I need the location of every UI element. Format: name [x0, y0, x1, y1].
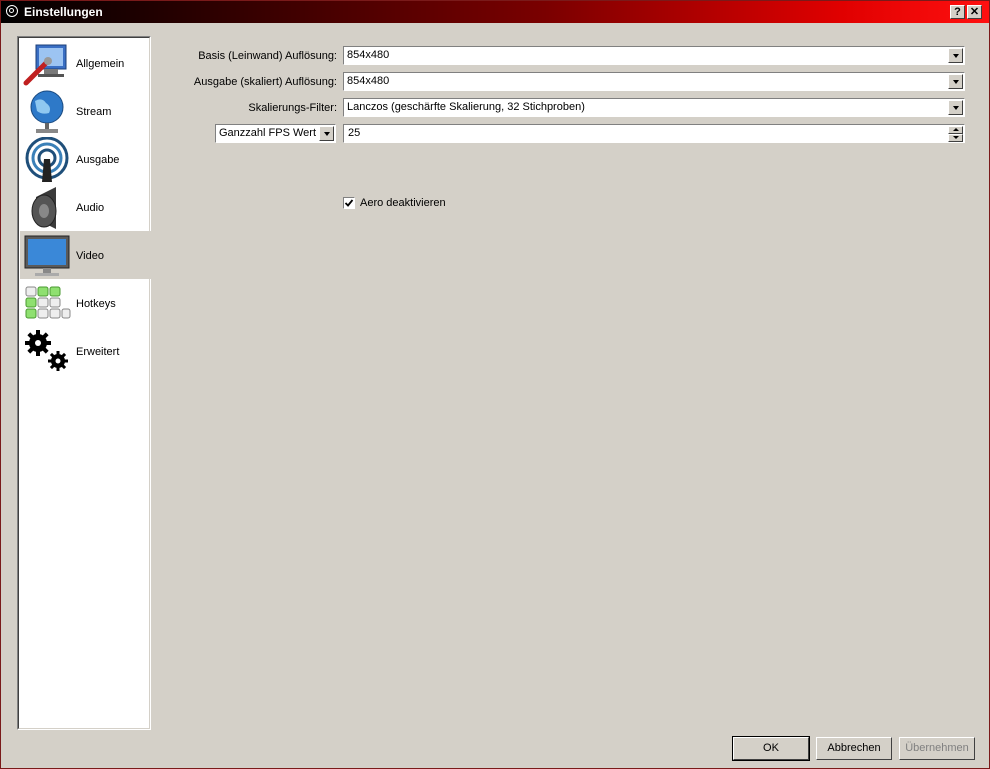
gears-icon [25, 330, 68, 371]
sidebar-item-stream[interactable]: Stream [20, 87, 151, 135]
window-title: Einstellungen [24, 5, 103, 19]
chevron-down-icon[interactable] [319, 126, 334, 141]
fps-type-combo[interactable]: Ganzzahl FPS Wert [215, 124, 336, 143]
scale-filter-label: Skalierungs-Filter: [248, 102, 337, 114]
speaker-icon [31, 187, 57, 229]
close-button[interactable]: ✕ [967, 5, 982, 19]
spin-down-icon[interactable] [948, 134, 963, 142]
settings-window: Einstellungen ? ✕ Allgemein Stream Ausga… [0, 0, 990, 769]
settings-sidebar: Allgemein Stream Ausgabe Audio Video Hot… [17, 36, 151, 730]
aero-checkbox[interactable] [343, 197, 355, 209]
sidebar-item-label: Stream [76, 106, 112, 118]
spin-up-icon[interactable] [948, 126, 963, 134]
sidebar-item-erweitert[interactable]: Erweitert [20, 327, 151, 375]
fps-value: 25 [348, 127, 361, 139]
fps-spinbox[interactable]: 25 [343, 124, 965, 143]
cancel-button[interactable]: Abbrechen [816, 737, 892, 760]
chevron-down-icon[interactable] [948, 74, 963, 89]
output-resolution-combo[interactable]: 854x480 [343, 72, 965, 91]
aero-label[interactable]: Aero deaktivieren [360, 197, 446, 209]
base-resolution-combo[interactable]: 854x480 [343, 46, 965, 65]
base-resolution-label: Basis (Leinwand) Auflösung: [198, 50, 337, 62]
sidebar-item-label: Ausgabe [76, 154, 120, 166]
sidebar-item-label: Hotkeys [76, 298, 116, 310]
chevron-down-icon[interactable] [948, 48, 963, 63]
fps-type-value: Ganzzahl FPS Wert [219, 127, 316, 139]
stream-globe-icon [30, 90, 64, 133]
obs-logo-icon [6, 5, 18, 17]
sidebar-item-label: Audio [76, 202, 105, 214]
scale-filter-value: Lanczos (geschärfte Skalierung, 32 Stich… [347, 101, 585, 113]
apply-button[interactable]: Übernehmen [899, 737, 975, 760]
general-settings-icon [23, 44, 67, 86]
monitor-icon [24, 235, 70, 276]
output-resolution-label: Ausgabe (skaliert) Auflösung: [193, 76, 337, 88]
sidebar-item-audio[interactable]: Audio [20, 183, 151, 231]
sidebar-item-ausgabe[interactable]: Ausgabe [20, 135, 151, 183]
sidebar-item-label: Erweitert [76, 346, 120, 358]
output-resolution-value: 854x480 [347, 75, 390, 87]
sidebar-item-allgemein[interactable]: Allgemein [20, 39, 151, 87]
scale-filter-combo[interactable]: Lanczos (geschärfte Skalierung, 32 Stich… [343, 98, 965, 117]
sidebar-item-label: Video [76, 250, 104, 262]
chevron-down-icon[interactable] [948, 100, 963, 115]
checkmark-icon [344, 199, 354, 207]
sidebar-item-label: Allgemein [76, 58, 125, 70]
base-resolution-value: 854x480 [347, 49, 390, 61]
sidebar-item-hotkeys[interactable]: Hotkeys [20, 279, 151, 327]
help-button[interactable]: ? [950, 5, 965, 19]
ok-button[interactable]: OK [732, 736, 810, 761]
keyboard-icon [25, 286, 71, 319]
title-bar: Einstellungen ? ✕ [1, 1, 989, 23]
sidebar-item-video[interactable]: Video [20, 231, 151, 279]
output-broadcast-icon [25, 137, 69, 182]
